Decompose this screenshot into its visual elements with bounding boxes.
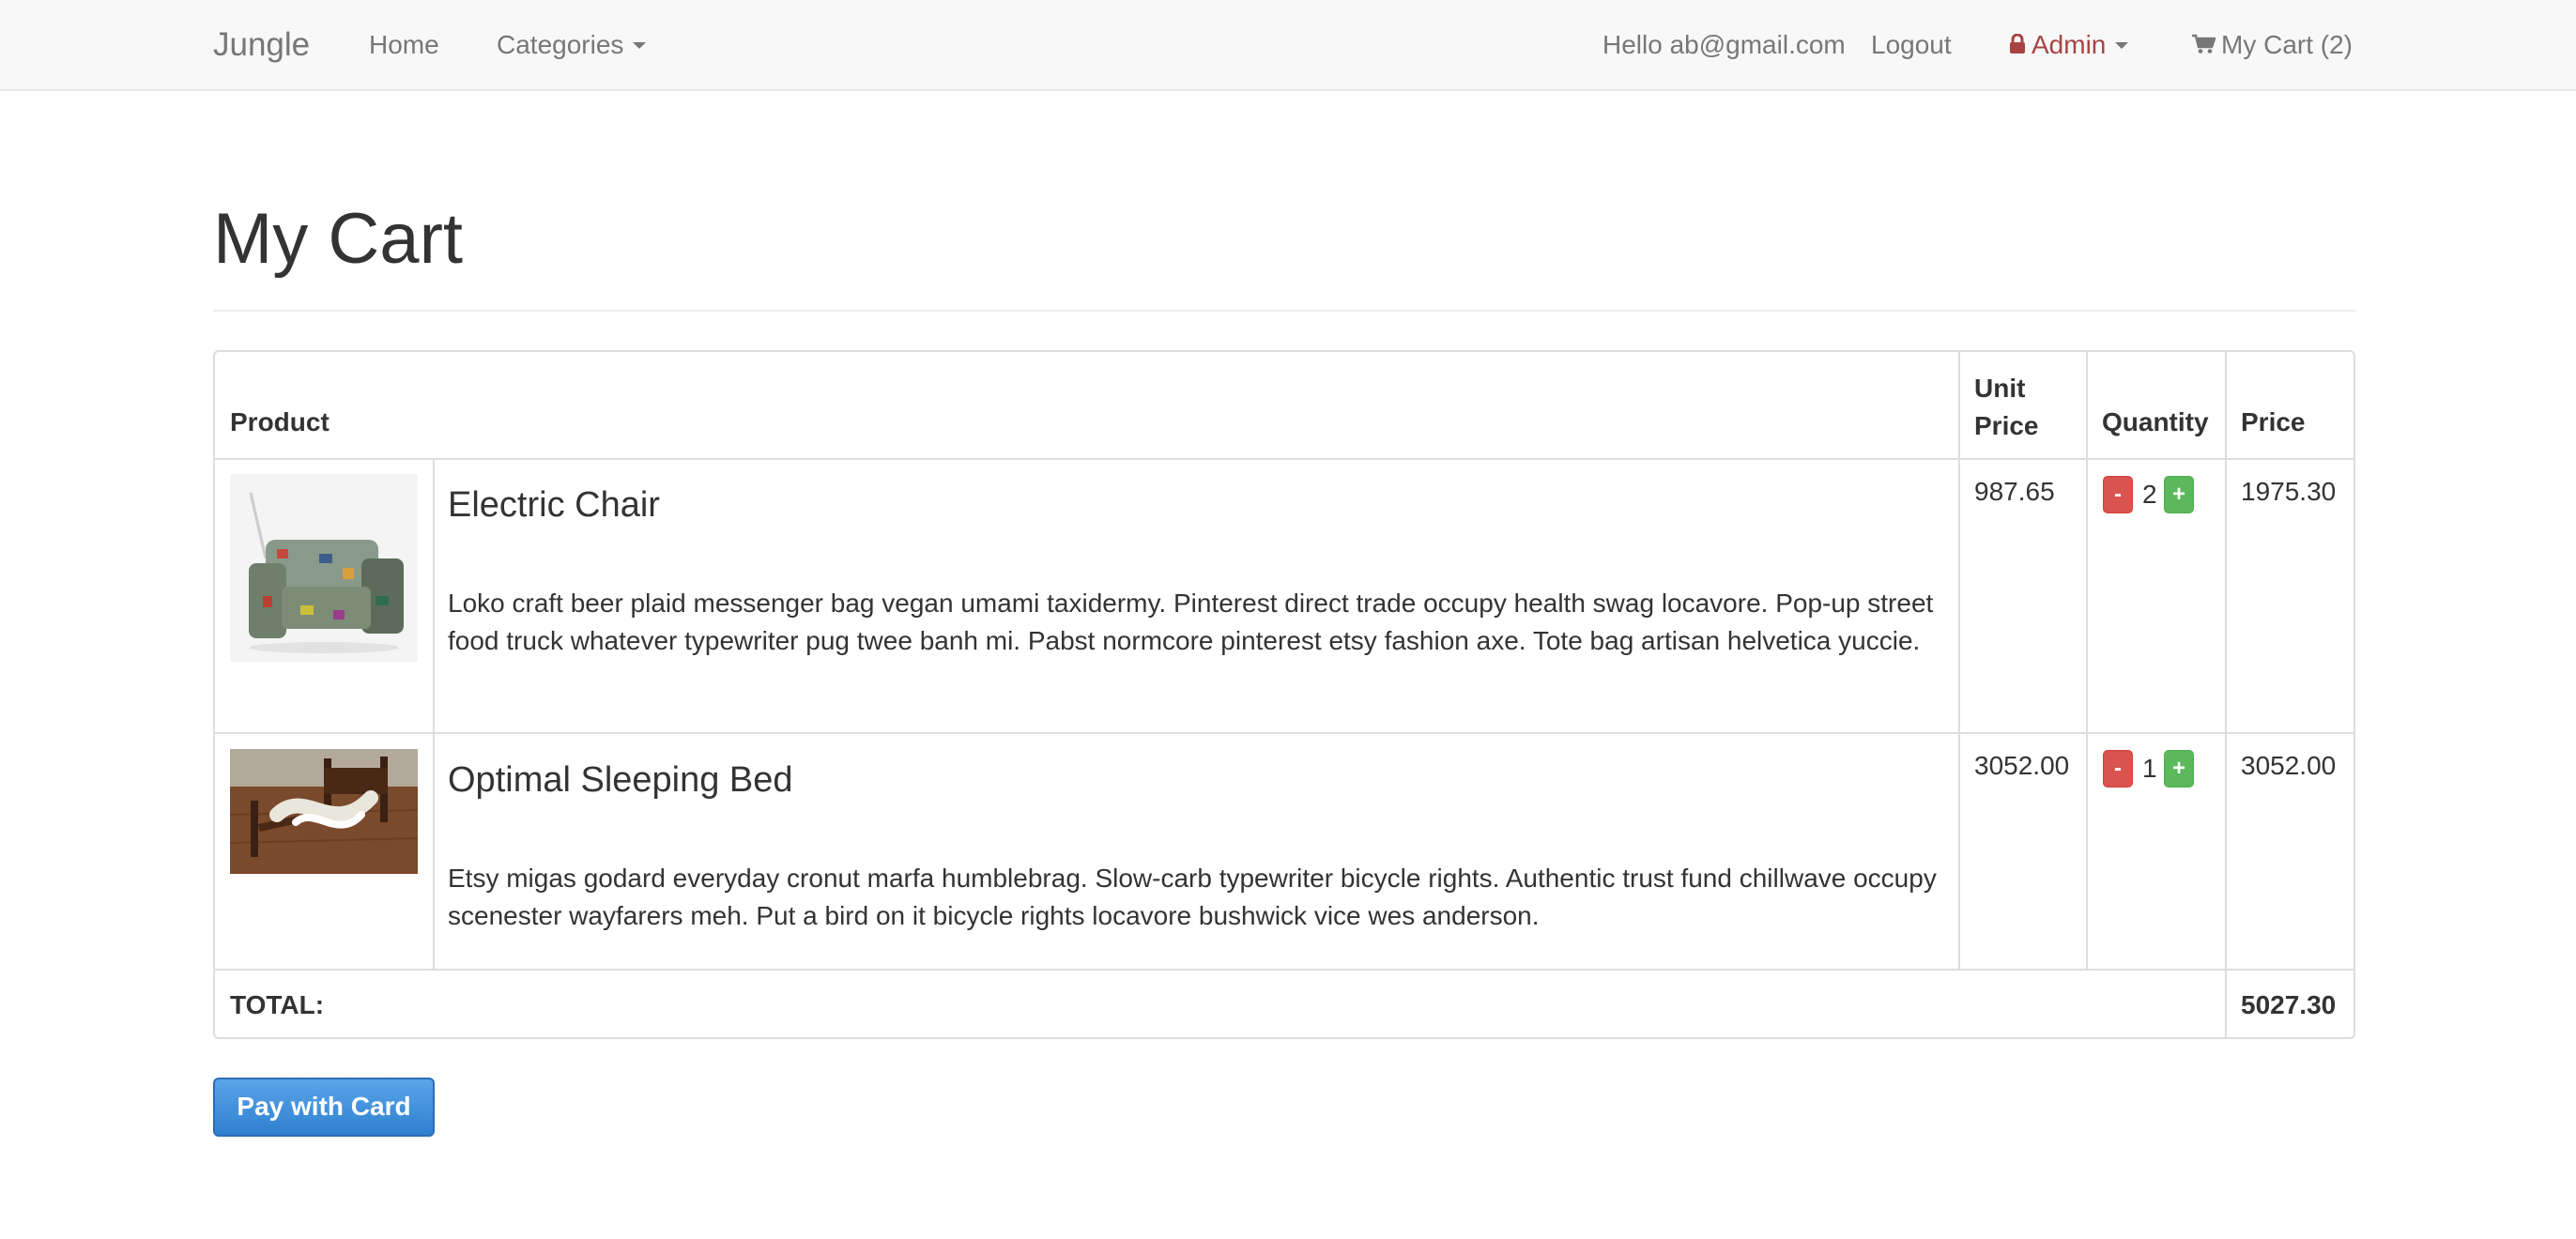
unit-price-cell: 3052.00 xyxy=(1974,751,2070,780)
column-header-unit-price-line2: Price xyxy=(1974,411,2039,440)
column-divider xyxy=(2086,352,2088,969)
product-image-sleeping-bed xyxy=(230,749,418,874)
lock-icon xyxy=(2010,33,2025,54)
increase-quantity-button[interactable]: + xyxy=(2164,750,2194,788)
divider xyxy=(213,310,2355,312)
nav-categories-label: Categories xyxy=(497,30,624,59)
nav-greeting: Hello ab@gmail.com xyxy=(1602,30,1846,59)
increase-quantity-button[interactable]: + xyxy=(2164,476,2194,513)
column-divider xyxy=(1958,352,1960,969)
column-header-unit-price: Unit Price xyxy=(1974,370,2039,445)
row-divider xyxy=(215,732,2354,734)
column-header-product: Product xyxy=(230,407,330,436)
shopping-cart-icon xyxy=(2192,34,2216,54)
chair-image xyxy=(230,474,418,662)
row-divider xyxy=(215,969,2354,971)
product-image-electric-chair xyxy=(230,474,418,662)
nav-logout-link[interactable]: Logout xyxy=(1871,0,1952,89)
product-name: Electric Chair xyxy=(448,485,660,525)
price-cell: 3052.00 xyxy=(2241,751,2337,780)
price-cell: 1975.30 xyxy=(2241,477,2337,506)
quantity-value: 2 xyxy=(2142,480,2157,509)
pay-with-card-button[interactable]: Pay with Card xyxy=(213,1078,435,1137)
total-label: TOTAL: xyxy=(230,990,325,1019)
bed-image xyxy=(230,749,418,874)
row-divider xyxy=(215,458,2354,460)
quantity-value: 1 xyxy=(2142,754,2157,783)
page-title: My Cart xyxy=(213,199,463,279)
total-value: 5027.30 xyxy=(2241,990,2337,1019)
nav-cart-label: My Cart (2) xyxy=(2221,30,2353,59)
brand-link[interactable]: Jungle xyxy=(213,0,310,89)
chevron-down-icon xyxy=(633,41,647,49)
product-description: Etsy migas godard everyday cronut marfa … xyxy=(448,864,1937,930)
cart-table: Product Unit Price Quantity Price Electr… xyxy=(213,350,2355,1039)
column-divider xyxy=(433,458,435,969)
top-navbar: Jungle Home Categories Hello ab@gmail.co… xyxy=(0,0,2576,91)
column-divider xyxy=(2225,352,2227,1037)
decrease-quantity-button[interactable]: - xyxy=(2103,750,2133,788)
column-header-price: Price xyxy=(2241,407,2306,436)
unit-price-cell: 987.65 xyxy=(1974,477,2055,506)
nav-cart-link[interactable]: My Cart (2) xyxy=(2191,0,2353,89)
chevron-down-icon xyxy=(2115,41,2129,49)
column-header-unit-price-line1: Unit xyxy=(1974,374,2026,403)
product-name: Optimal Sleeping Bed xyxy=(448,760,793,800)
column-header-quantity: Quantity xyxy=(2102,407,2209,436)
nav-home-link[interactable]: Home xyxy=(369,0,439,89)
nav-categories-dropdown[interactable]: Categories xyxy=(497,0,647,89)
nav-admin-dropdown[interactable]: Admin xyxy=(2009,0,2129,89)
product-description: Loko craft beer plaid messenger bag vega… xyxy=(448,589,1934,655)
nav-admin-label: Admin xyxy=(2032,30,2107,59)
decrease-quantity-button[interactable]: - xyxy=(2103,476,2133,513)
